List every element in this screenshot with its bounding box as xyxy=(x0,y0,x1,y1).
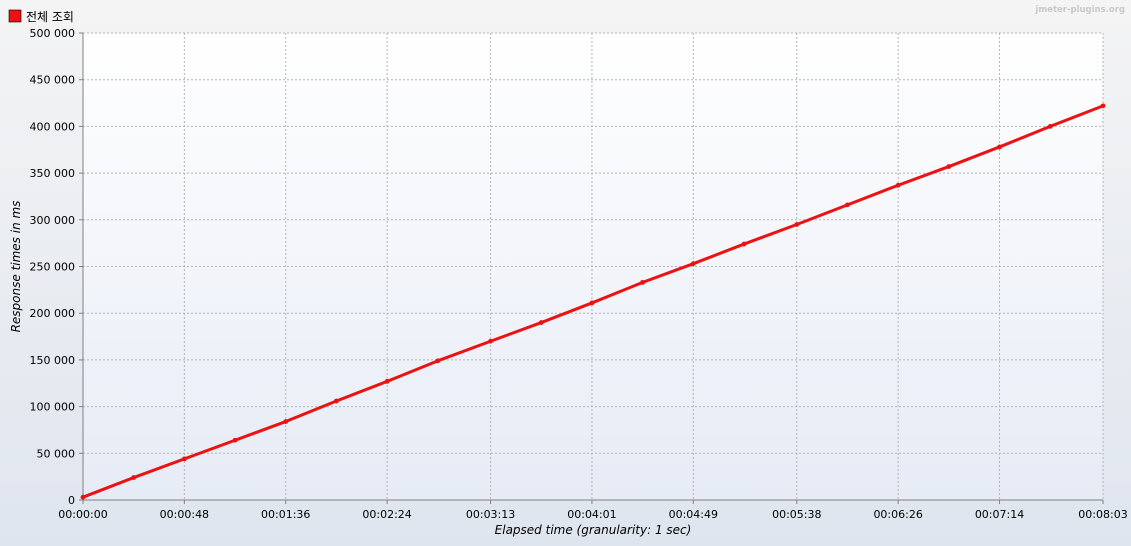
x-tick-label: 00:03:13 xyxy=(466,508,515,521)
data-point xyxy=(946,164,952,169)
legend: 전체 조회 xyxy=(8,9,74,24)
x-tick-label: 00:02:24 xyxy=(362,508,411,521)
legend-swatch-icon xyxy=(8,9,22,23)
data-point xyxy=(384,378,390,384)
x-tick-label: 00:05:38 xyxy=(772,508,821,521)
x-tick-label: 00:00:00 xyxy=(58,508,107,521)
data-point xyxy=(488,338,493,344)
legend-label: 전체 조회 xyxy=(26,10,74,24)
data-point xyxy=(1100,103,1106,109)
x-tick-label: 00:00:48 xyxy=(160,508,209,521)
data-point xyxy=(131,475,137,480)
y-tick-label: 100 000 xyxy=(30,401,76,414)
data-point xyxy=(895,182,901,188)
data-point xyxy=(640,279,646,285)
response-times-chart: 00:00:00 00:00:48 00:01:36 00:02:24 00:03:13… xyxy=(0,0,1131,546)
y-tick-label: 400 000 xyxy=(30,120,76,133)
data-point xyxy=(181,456,187,462)
data-point xyxy=(232,437,238,443)
chart-canvas: 00:00:00 00:00:48 00:01:36 00:02:24 00:03:13… xyxy=(0,0,1131,546)
data-point xyxy=(741,241,747,247)
y-tick-label: 0 xyxy=(68,494,75,507)
y-tick-label: 150 000 xyxy=(30,354,76,367)
y-tick-label: 300 000 xyxy=(30,214,76,227)
x-tick-label: 00:01:36 xyxy=(261,508,310,521)
data-point xyxy=(997,144,1002,150)
x-tick-label: 00:04:49 xyxy=(669,508,718,521)
y-tick-label: 250 000 xyxy=(30,261,76,274)
x-tick-label: 00:04:01 xyxy=(567,508,616,521)
watermark: jmeter-plugins.org xyxy=(1034,5,1125,15)
data-point xyxy=(589,300,595,306)
x-tick-label: 00:07:14 xyxy=(975,508,1024,521)
y-tick-label: 450 000 xyxy=(30,74,76,87)
x-tick-label: 00:08:03 xyxy=(1078,508,1127,521)
data-point xyxy=(1047,124,1053,129)
x-axis-label: Elapsed time (granularity: 1 sec) xyxy=(495,523,692,537)
y-tick-label: 350 000 xyxy=(30,167,76,180)
x-tick-label: 00:06:26 xyxy=(873,508,922,521)
data-point xyxy=(334,398,339,404)
data-point xyxy=(690,261,696,267)
y-tick-label: 200 000 xyxy=(30,307,76,320)
data-point xyxy=(283,419,289,424)
data-point xyxy=(80,494,86,500)
y-tick-label: 500 000 xyxy=(30,27,76,40)
data-point xyxy=(435,358,441,364)
y-tick-label: 50 000 xyxy=(37,447,76,460)
data-point xyxy=(845,202,850,208)
data-point xyxy=(538,320,544,325)
y-axis-label: Response times in ms xyxy=(9,201,23,333)
data-point xyxy=(794,222,800,227)
